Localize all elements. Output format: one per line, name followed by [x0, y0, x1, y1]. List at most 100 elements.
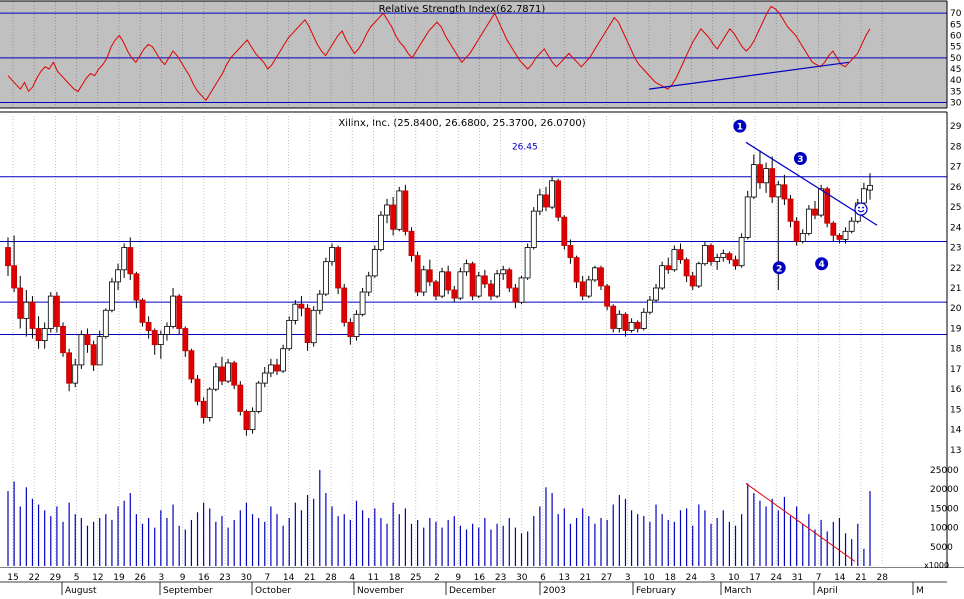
- candle-down: [555, 180, 562, 218]
- candle-up: [775, 184, 782, 198]
- candle-up: [457, 271, 464, 299]
- candle-down: [176, 295, 183, 329]
- price-tick-label: 24: [950, 223, 962, 233]
- candle-up: [170, 295, 177, 327]
- rsi-tick-label: 35: [950, 87, 961, 97]
- candle-down: [133, 273, 140, 301]
- day-tick-label: 11: [368, 573, 379, 583]
- price-tick-label: 17: [950, 365, 961, 375]
- volume-tick-label: 10000: [930, 524, 959, 534]
- candle-up: [255, 382, 262, 412]
- volume-tick-label: 25000: [930, 466, 959, 476]
- candle-up: [463, 263, 470, 273]
- candle-down: [812, 208, 818, 216]
- candle-down: [579, 281, 586, 297]
- candle-down: [543, 194, 549, 208]
- day-tick-label: 18: [389, 573, 401, 583]
- candle-up: [744, 196, 751, 238]
- candle-down: [194, 378, 201, 402]
- candle-down: [426, 269, 433, 283]
- candle-up: [671, 249, 678, 271]
- candle-up: [500, 269, 507, 275]
- candle-up: [549, 180, 555, 208]
- month-label: April: [817, 586, 838, 595]
- annotation-number: 4: [818, 260, 824, 270]
- annotation-number: 1: [737, 123, 743, 133]
- candle-up: [750, 164, 757, 198]
- day-tick-label: 4: [349, 573, 355, 583]
- candle-down: [219, 366, 225, 382]
- day-tick-label: 24: [770, 573, 782, 583]
- candle-down: [604, 285, 610, 307]
- candle-up: [102, 309, 109, 337]
- candle-down: [469, 263, 476, 297]
- candle-up: [41, 328, 48, 342]
- candle-down: [390, 204, 397, 230]
- rsi-panel: Relative Strength Index(62.7871): [0, 1, 947, 108]
- rsi-tick-label: 50: [950, 54, 962, 64]
- candle-up: [164, 325, 170, 335]
- month-label: March: [724, 586, 751, 595]
- price-tick-label: 15: [950, 405, 961, 415]
- candle-up: [384, 204, 390, 216]
- month-label: February: [636, 586, 677, 595]
- candle-down: [622, 313, 629, 331]
- candle-down: [402, 190, 409, 232]
- price-tick-label: 29: [950, 122, 962, 132]
- candle-up: [212, 366, 219, 390]
- candle-down: [708, 245, 714, 263]
- price-tick-label: 25: [950, 203, 961, 213]
- candle-up: [647, 299, 653, 313]
- candle-up: [806, 208, 812, 234]
- day-tick-label: 10: [728, 573, 740, 583]
- candle-down: [182, 328, 189, 352]
- day-tick-label: 25: [410, 573, 421, 583]
- candle-down: [5, 247, 11, 267]
- candle-up: [439, 271, 446, 297]
- candle-up: [96, 336, 103, 366]
- candle-down: [732, 259, 739, 267]
- candle-up: [377, 214, 384, 250]
- day-tick-label: 14: [283, 573, 295, 583]
- day-tick-label: 27: [601, 573, 612, 583]
- candle-up: [329, 247, 335, 263]
- candle-down: [787, 198, 794, 222]
- candle-down: [90, 344, 97, 366]
- day-tick-label: 18: [664, 573, 676, 583]
- candle-up: [763, 168, 769, 184]
- rsi-tick-label: 70: [950, 9, 962, 19]
- candle-down: [451, 289, 458, 299]
- day-tick-label: 23: [219, 573, 230, 583]
- price-tick-label: 20: [950, 304, 962, 314]
- candle-up: [537, 194, 543, 212]
- price-tick-label: 16: [950, 385, 962, 395]
- candle-down: [139, 299, 146, 323]
- candle-down: [17, 287, 24, 319]
- candle-up: [371, 249, 378, 277]
- candle-up: [420, 269, 427, 293]
- candle-up: [78, 334, 85, 366]
- month-label: 2003: [543, 586, 566, 595]
- day-tick-label: 7: [265, 573, 271, 583]
- candle-up: [695, 263, 702, 287]
- candle-down: [243, 410, 250, 430]
- stock-chart-svg: Relative Strength Index(62.7871) Xilinx,…: [0, 0, 964, 596]
- day-tick-label: 28: [325, 573, 337, 583]
- candle-down: [298, 303, 305, 309]
- candle-down: [127, 247, 134, 275]
- price-tick-label: 13: [950, 446, 961, 456]
- candle-up: [720, 253, 727, 259]
- day-tick-label: 9: [455, 573, 461, 583]
- candle-down: [231, 362, 238, 386]
- day-tick-label: 30: [516, 573, 528, 583]
- day-tick-label: 12: [92, 573, 103, 583]
- candle-down: [188, 350, 195, 380]
- candle-up: [616, 313, 623, 329]
- candle-down: [151, 330, 158, 346]
- candle-up: [316, 293, 323, 311]
- day-tick-label: 5: [74, 573, 80, 583]
- candle-up: [310, 309, 317, 344]
- candle-down: [60, 325, 66, 354]
- candle-up: [109, 281, 115, 311]
- rsi-tick-label: 65: [950, 20, 961, 30]
